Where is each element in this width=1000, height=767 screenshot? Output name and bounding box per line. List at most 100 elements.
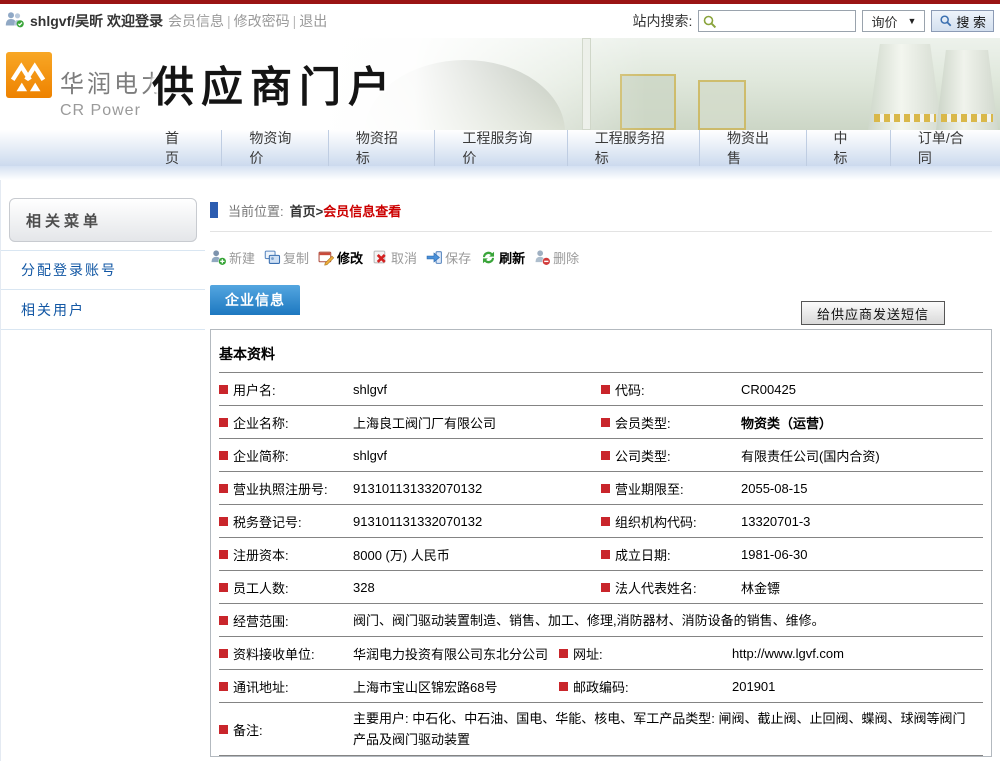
edit-button[interactable]: 修改 [318,248,363,267]
breadcrumb-current: 会员信息查看 [323,201,401,220]
new-user-icon [210,249,227,266]
delete-user-icon [534,249,551,266]
send-sms-button[interactable]: 给供应商发送短信 [801,301,945,325]
field-label: 通讯地址: [219,677,353,696]
field-label: 网址: [559,644,732,663]
copy-icon [264,249,281,266]
red-bullet-icon [219,616,228,625]
session-links: 会员信息|修改密码|退出 [168,11,327,31]
link-separator: | [293,13,297,29]
nav-item-1[interactable]: 首 页 [138,130,222,166]
field-label: 代码: [601,380,741,399]
save-button[interactable]: 保存 [426,248,471,267]
tab-company-info[interactable]: 企业信息 [210,285,300,315]
field-value: 8000 (万) 人民币 [353,545,601,564]
header-banner: 华润电力 CR Power 供应商门户 [0,38,1000,130]
nav-item-5[interactable]: 工程服务招标 [568,130,700,166]
cr-power-logo-icon [6,52,52,103]
nav-item-4[interactable]: 工程服务询价 [435,130,567,166]
red-bullet-icon [601,583,610,592]
breadcrumb-marker-icon [210,202,218,218]
delete-button[interactable]: 删除 [534,248,579,267]
cancel-icon [372,249,389,266]
edit-icon [318,249,335,266]
red-bullet-icon [559,682,568,691]
field-label: 邮政编码: [559,677,732,696]
search-label: 站内搜索: [633,11,693,31]
field-label: 会员类型: [601,413,741,432]
portal-title: 供应商门户 [152,54,397,115]
magnifier-icon [702,14,718,30]
field-label: 备注: [219,720,353,739]
main-nav: 首 页物资询价物资招标工程服务询价工程服务招标物资出售中 标订单/合同 [0,130,1000,166]
toolbar-button-label: 修改 [337,248,363,267]
field-value: 林金镖 [741,578,983,597]
section-title: 基本资料 [211,330,991,372]
info-row: 经营范围:阀门、阀门驱动装置制造、销售、加工、修理,消防器材、消防设备的销售、维… [219,603,983,636]
info-row: 注册资本:8000 (万) 人民币成立日期:1981-06-30 [219,537,983,570]
toolbar-button-label: 删除 [553,248,579,267]
field-value: 物资类（运营） [741,413,983,432]
field-value: shlgvf [353,448,601,463]
field-value: 201901 [732,679,983,694]
field-value: 上海良工阀门厂有限公司 [353,413,601,432]
toolbar-button-label: 复制 [283,248,309,267]
brand-logo-area: 华润电力 CR Power [6,52,168,120]
nav-item-8[interactable]: 订单/合同 [891,130,1000,166]
nav-item-3[interactable]: 物资招标 [329,130,436,166]
top-link-3[interactable]: 退出 [299,13,327,29]
toolbar-button-label: 刷新 [499,248,525,267]
sidebar-item-1[interactable]: 分配登录账号 [1,250,205,290]
new-button[interactable]: 新建 [210,248,255,267]
search-input-wrap [698,10,856,32]
nav-item-6[interactable]: 物资出售 [700,130,807,166]
power-plant-image [320,38,1000,130]
red-bullet-icon [601,385,610,394]
sidebar-title: 相关菜单 [9,198,197,242]
toolbar-button-label: 新建 [229,248,255,267]
top-link-2[interactable]: 修改密码 [234,13,290,29]
search-input[interactable] [721,12,851,30]
field-label: 经营范围: [219,611,353,630]
welcome-text: shlgvf/吴昕 欢迎登录 [30,11,163,31]
red-bullet-icon [219,682,228,691]
red-bullet-icon [219,484,228,493]
info-row: 企业简称:shlgvf公司类型:有限责任公司(国内合资) [219,438,983,471]
search-category-select[interactable]: 询价 ▼ [862,10,925,32]
refresh-button[interactable]: 刷新 [480,248,525,267]
red-bullet-icon [219,583,228,592]
search-button[interactable]: 搜 索 [931,10,994,32]
company-info-panel: 基本资料 用户名:shlgvf代码:CR00425企业名称:上海良工阀门厂有限公… [210,329,992,757]
red-bullet-icon [219,517,228,526]
chevron-down-icon: ▼ [907,16,916,26]
field-label: 资料接收单位: [219,644,353,663]
site-search-area: 站内搜索: 询价 ▼ 搜 索 [633,10,994,32]
red-bullet-icon [559,649,568,658]
field-label: 营业期限至: [601,479,741,498]
sidebar-item-2[interactable]: 相关用户 [1,290,205,330]
save-icon [426,249,443,266]
field-value: 913101131332070132 [353,514,601,529]
field-value: 有限责任公司(国内合资) [741,446,983,465]
field-label: 员工人数: [219,578,353,597]
copy-button[interactable]: 复制 [264,248,309,267]
red-bullet-icon [219,451,228,460]
red-bullet-icon [601,517,610,526]
red-bullet-icon [219,418,228,427]
field-value: 阀门、阀门驱动装置制造、销售、加工、修理,消防器材、消防设备的销售、维修。 [353,605,983,636]
red-bullet-icon [219,725,228,734]
nav-item-2[interactable]: 物资询价 [222,130,329,166]
breadcrumb-home-link[interactable]: 首页> [290,201,324,220]
toolbar-button-label: 取消 [391,248,417,267]
field-value: 2055-08-15 [741,481,983,496]
nav-item-7[interactable]: 中 标 [807,130,891,166]
link-separator: | [227,13,231,29]
sidebar: 相关菜单 分配登录账号相关用户 [0,180,205,761]
nav-bottom-strip [0,166,1000,180]
red-bullet-icon [601,418,610,427]
info-row: 企业名称:上海良工阀门厂有限公司会员类型:物资类（运营） [219,405,983,438]
cancel-button[interactable]: 取消 [372,248,417,267]
top-link-1[interactable]: 会员信息 [168,13,224,29]
breadcrumb-prefix: 当前位置: [228,201,284,220]
red-bullet-icon [601,550,610,559]
